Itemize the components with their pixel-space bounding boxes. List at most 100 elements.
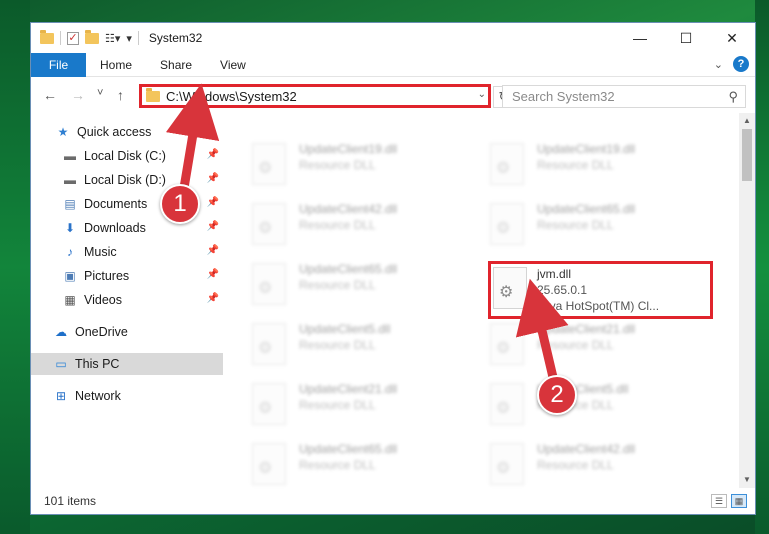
step-2-badge: 2 [537,375,577,415]
file-type: Resource DLL [299,278,376,292]
sidebar-item-videos[interactable]: ▦ Videos 📌 [31,289,223,311]
file-item[interactable]: ⚙ UpdateClient19.dll Resource DLL [228,137,454,193]
vertical-scrollbar[interactable]: ▲ ▼ [739,113,755,488]
sidebar-item-label: Local Disk (D:) [84,173,166,187]
file-item[interactable]: ⚙ UpdateClient65.dll Resource DLL [228,437,454,493]
customize-toolbar-icon[interactable]: ▾ [126,32,132,45]
properties-check-icon[interactable]: ✓ [67,31,79,45]
sidebar-item-local-disk-c[interactable]: ▬ Local Disk (C:) 📌 [31,145,223,167]
file-item[interactable]: ⚙ UpdateClient5.dll Resource DLL [466,377,692,433]
file-type: Resource DLL [299,398,376,412]
file-item[interactable]: ⚙ UpdateClient42.dll Resource DLL [228,197,454,253]
drive-icon: ▬ [64,149,76,163]
file-list: ⚙ UpdateClient19.dll Resource DLL ⚙ Updat… [228,113,741,488]
sidebar-item-this-pc[interactable]: ▭ This PC [31,353,223,375]
tab-view[interactable]: View [206,53,260,77]
divider [137,31,139,45]
pin-icon: 📌 [206,293,219,304]
music-icon: ♪ [67,245,73,259]
forward-arrow-icon[interactable]: → [71,87,85,103]
window-controls: — ☐ ✕ [617,23,755,53]
dll-file-icon: ⚙ [252,203,286,245]
pin-icon: 📌 [206,197,219,208]
step-1-badge: 1 [160,184,200,224]
document-icon: ▤ [64,197,76,211]
sidebar-item-quick-access[interactable]: ★ Quick access [31,121,223,143]
pin-icon: 📌 [206,221,219,232]
scroll-thumb[interactable] [742,129,752,181]
drive-icon: ▬ [64,173,76,187]
file-type: Resource DLL [299,158,376,172]
item-count: 101 items [44,494,97,508]
dll-file-icon: ⚙ [490,443,524,485]
status-bar: 101 items ☰ ▦ [31,488,755,514]
file-description: Java HotSpot(TM) Cl... [537,299,660,313]
sidebar-item-label: Downloads [84,221,146,235]
pin-icon: 📌 [206,149,219,160]
folder-icon [146,87,160,102]
new-folder-icon[interactable] [85,29,99,44]
computer-icon: ▭ [55,357,67,371]
recent-locations-icon[interactable]: ˅ [97,87,103,99]
chevron-down-icon[interactable]: ⌄ [714,58,723,71]
sidebar-item-label: Documents [84,197,148,211]
highlighted-file-frame: ⚙ jvm.dll 25.65.0.1 Java HotSpot(TM) Cl.… [488,261,713,319]
folder-icon [40,29,54,44]
help-icon[interactable]: ? [733,56,749,72]
file-item[interactable]: ⚙ UpdateClient21.dll Resource DLL [228,377,454,433]
back-arrow-icon[interactable]: ← [43,87,57,103]
close-button[interactable]: ✕ [709,23,755,53]
pictures-icon: ▣ [64,269,76,283]
explorer-window: ✓ ☷▾ ▾ System32 — ☐ ✕ File Home Share Vi… [30,22,756,515]
search-icon[interactable]: ⚲ [728,89,738,105]
view-switcher: ☰ ▦ [711,494,747,508]
up-arrow-icon[interactable]: ↑ [117,87,124,103]
tab-share[interactable]: Share [146,53,206,77]
tab-home[interactable]: Home [86,53,146,77]
scroll-down-icon[interactable]: ▼ [739,472,755,488]
divider [60,31,61,45]
dll-file-icon: ⚙ [490,323,524,365]
sidebar-item-local-disk-d[interactable]: ▬ Local Disk (D:) 📌 [31,169,223,191]
search-input[interactable]: Search System32 ⚲ [502,85,746,108]
file-item[interactable]: ⚙ UpdateClient21.dll Resource DLL [466,317,692,373]
file-item-jvm-dll[interactable]: ⚙ jvm.dll 25.65.0.1 Java HotSpot(TM) Cl.… [491,264,717,320]
file-item[interactable]: ⚙ UpdateClient19.dll Resource DLL [466,137,692,193]
sidebar-item-label: Quick access [77,125,152,139]
scroll-up-icon[interactable]: ▲ [739,113,755,129]
tiles-view-icon[interactable]: ▦ [731,494,747,508]
maximize-button[interactable]: ☐ [663,23,709,53]
tab-file[interactable]: File [31,52,86,77]
file-type: Resource DLL [537,338,614,352]
file-name: UpdateClient21.dll [537,322,636,336]
star-icon: ★ [57,125,69,139]
dll-file-icon: ⚙ [252,443,286,485]
file-type: Resource DLL [537,218,614,232]
video-icon: ▦ [64,293,76,307]
address-dropdown-icon[interactable]: ⌄ [478,89,486,100]
sidebar-item-downloads[interactable]: ⬇ Downloads 📌 [31,217,223,239]
properties-icon[interactable]: ☷▾ [105,32,120,45]
sidebar-item-music[interactable]: ♪ Music 📌 [31,241,223,263]
file-type: Resource DLL [537,458,614,472]
address-bar[interactable]: C:\Windows\System32 ⌄ [139,84,491,108]
file-type: Resource DLL [299,338,376,352]
download-icon: ⬇ [64,221,76,235]
file-item[interactable]: ⚙ UpdateClient5.dll Resource DLL [228,317,454,373]
navigation-pane: ★ Quick access ▬ Local Disk (C:) 📌 ▬ Loc… [31,113,228,488]
file-item[interactable]: ⚙ UpdateClient65.dll Resource DLL [466,197,692,253]
sidebar-item-pictures[interactable]: ▣ Pictures 📌 [31,265,223,287]
sidebar-item-onedrive[interactable]: ☁ OneDrive [31,321,223,343]
cloud-icon: ☁ [55,325,67,339]
file-item[interactable]: ⚙ UpdateClient42.dll Resource DLL [466,437,692,493]
sidebar-item-label: Pictures [84,269,130,283]
pin-icon: 📌 [206,245,219,256]
desktop-background-left [0,0,30,534]
sidebar-item-label: Local Disk (C:) [84,149,166,163]
file-name: UpdateClient42.dll [537,442,636,456]
address-path: C:\Windows\System32 [166,88,297,104]
minimize-button[interactable]: — [617,23,663,53]
sidebar-item-network[interactable]: ⊞ Network [31,385,223,407]
details-view-icon[interactable]: ☰ [711,494,727,508]
file-item[interactable]: ⚙ UpdateClient65.dll Resource DLL [228,257,454,313]
